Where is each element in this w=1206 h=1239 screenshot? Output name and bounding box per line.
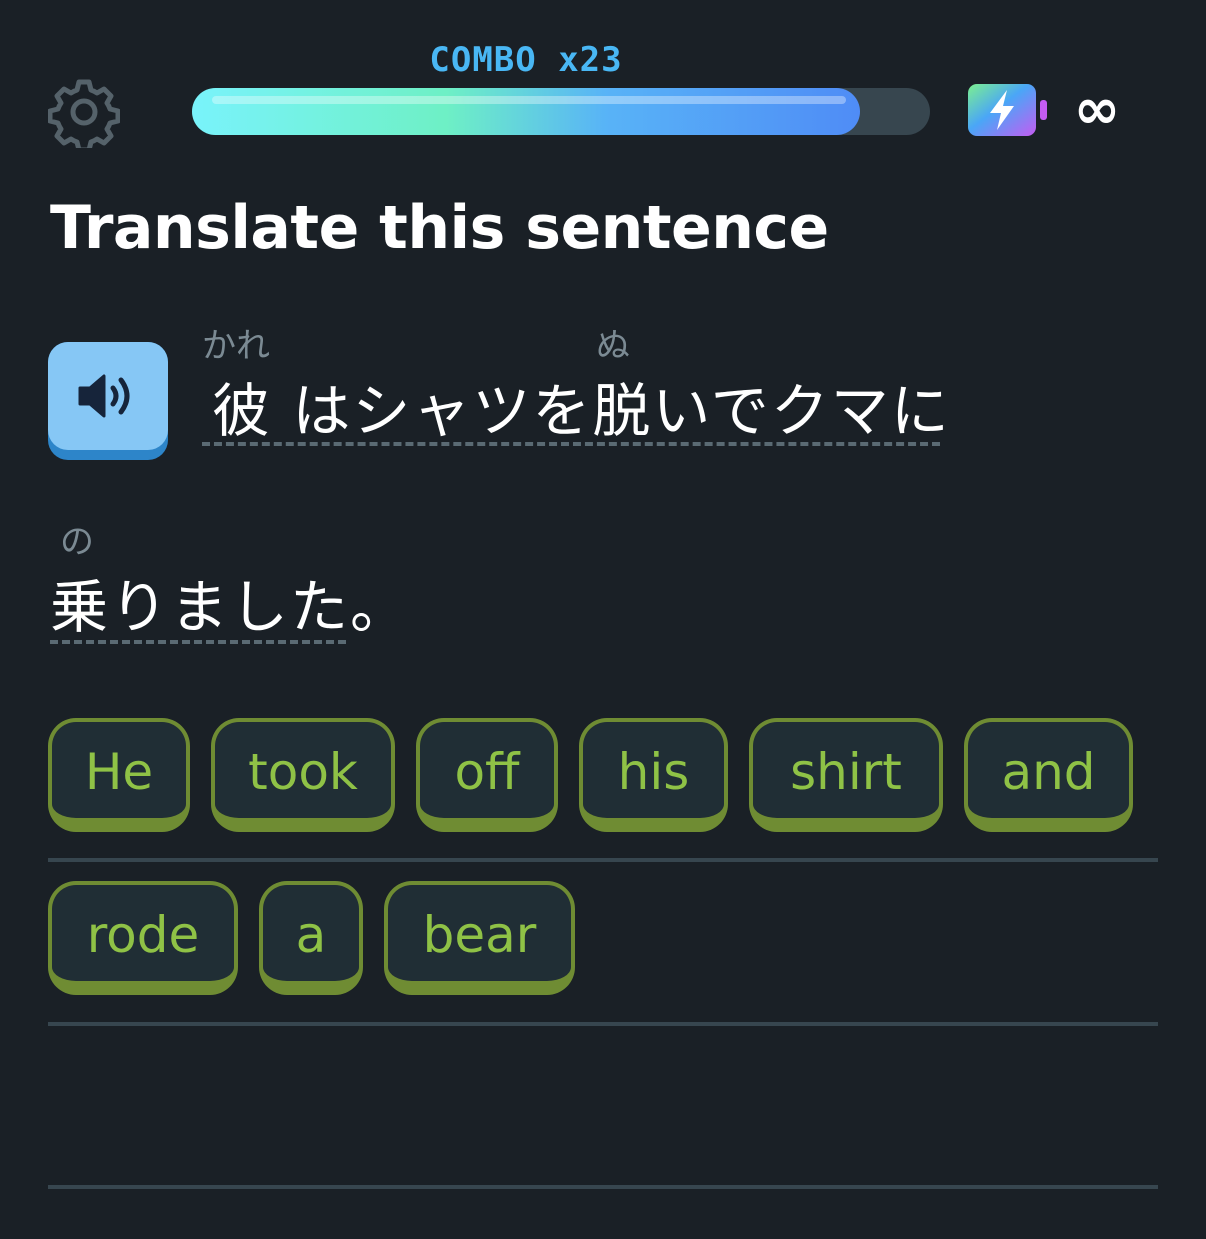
word-chip-he[interactable]: He [48,718,190,832]
prompt-sentence-line2[interactable]: 乗りました。 [50,560,410,644]
hint-underline-line1 [202,442,940,446]
answer-line-1 [48,858,1158,862]
progress-highlight [212,96,846,104]
lesson-progress-bar [192,88,930,135]
answer-line-3 [48,1185,1158,1189]
word-chip-rode[interactable]: rode [48,881,238,995]
energy-unlimited-label: ∞ [1073,77,1121,142]
hint-underline-line2 [50,640,346,644]
word-chip-and[interactable]: and [964,718,1133,832]
word-chip-a[interactable]: a [259,881,363,995]
settings-button[interactable] [46,74,122,150]
play-audio-button[interactable] [48,342,168,460]
word-chip-bear[interactable]: bear [384,881,575,995]
answer-line-2 [48,1022,1158,1026]
lesson-progress-fill [192,88,860,135]
furigana-no: の [60,522,94,562]
furigana-nu: ぬ [596,326,630,366]
lightning-battery-icon [968,84,1047,136]
page-title: Translate this sentence [50,193,829,263]
word-chip-off[interactable]: off [416,718,558,832]
play-audio-button-face [48,342,168,450]
energy-indicator[interactable] [966,82,1050,138]
combo-label: COMBO x23 [429,40,623,80]
gear-icon [48,79,120,148]
word-chip-shirt[interactable]: shirt [749,718,943,832]
prompt-sentence-line1[interactable]: 彼 はシャツを脱いでクマに [212,364,951,448]
word-chip-took[interactable]: took [211,718,395,832]
lesson-screen: COMBO x23 ∞ Translate this sentence かれ ぬ… [0,0,1206,1239]
furigana-kare: かれ [202,326,270,366]
word-chip-his[interactable]: his [579,718,728,832]
speaker-icon [78,374,130,418]
